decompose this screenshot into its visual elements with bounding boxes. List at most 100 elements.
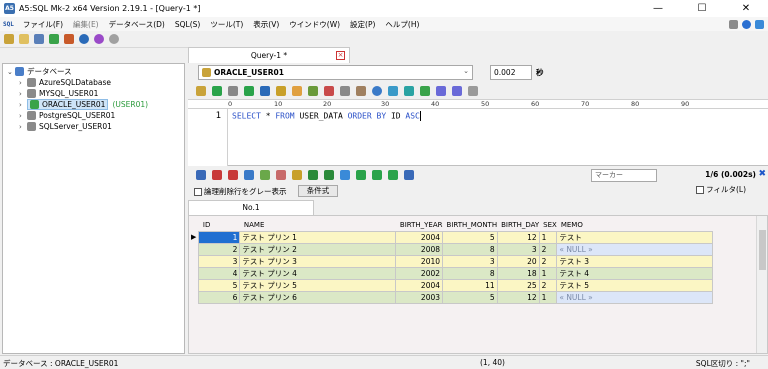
table-row[interactable]: ▶ 1 テスト プリン 1 2004 5 12 1 テスト	[189, 230, 714, 244]
run-all-icon[interactable]	[196, 85, 206, 96]
cell-birth-year[interactable]: 2002	[395, 266, 444, 280]
cell-birth-day[interactable]: 20	[496, 254, 540, 268]
expand-icon[interactable]: ›	[19, 79, 27, 87]
check-icon[interactable]	[109, 34, 119, 44]
cell-birth-month[interactable]: 11	[442, 278, 498, 292]
cell-name[interactable]: テスト プリン 2	[239, 242, 397, 256]
plugin-icon[interactable]	[94, 34, 104, 44]
tab-query-1[interactable]: Query-1 * ×	[188, 47, 350, 63]
commit-icon[interactable]	[260, 85, 270, 96]
cell-birth-year[interactable]: 2010	[395, 254, 444, 268]
comment-icon[interactable]	[420, 85, 430, 96]
database-icon[interactable]	[34, 34, 44, 44]
filter-run-icon[interactable]	[372, 170, 382, 180]
tab-result-1[interactable]: No.1	[188, 200, 314, 215]
table-icon[interactable]	[49, 34, 59, 44]
search-icon[interactable]	[372, 85, 382, 96]
cell-birth-month[interactable]: 3	[442, 254, 498, 268]
copy-icon[interactable]	[340, 85, 350, 96]
cancel-icon[interactable]	[276, 170, 286, 180]
cell-sex[interactable]: 1	[538, 266, 558, 280]
cell-memo[interactable]: テスト 4	[556, 266, 714, 280]
cell-name[interactable]: テスト プリン 3	[239, 254, 397, 268]
format-icon[interactable]	[404, 85, 414, 96]
cell-memo[interactable]: « NULL »	[556, 290, 714, 304]
export-icon[interactable]	[324, 170, 334, 180]
cell-birth-year[interactable]: 2003	[395, 290, 444, 304]
cell-name[interactable]: テスト プリン 6	[239, 290, 397, 304]
tree-item-sqlserver[interactable]: › SQLServer_USER01	[19, 121, 112, 132]
timeout-field[interactable]: 0.002	[490, 65, 532, 80]
column-header[interactable]: MEMO	[556, 219, 713, 231]
expand-icon[interactable]: ›	[19, 90, 27, 98]
confirm-icon[interactable]	[260, 170, 270, 180]
column-header[interactable]: BIRTH_DAY	[497, 219, 540, 231]
column-header[interactable]: ID	[198, 219, 240, 231]
close-tab-icon[interactable]: ×	[336, 51, 345, 60]
cell-id[interactable]: 5	[198, 278, 241, 292]
indent-icon[interactable]	[436, 85, 446, 96]
close-result-icon[interactable]: ✖	[758, 169, 766, 179]
undo-icon[interactable]	[292, 85, 302, 96]
table-row[interactable]: 2 テスト プリン 2 2008 8 3 2 « NULL »	[189, 242, 714, 256]
cell-id[interactable]: 1	[198, 230, 241, 244]
cell-birth-month[interactable]: 8	[442, 266, 498, 280]
cell-name[interactable]: テスト プリン 1	[239, 230, 397, 244]
tree-item-mysql[interactable]: › MYSQL_USER01	[19, 88, 98, 99]
cell-sex[interactable]: 2	[538, 278, 558, 292]
cell-birth-day[interactable]: 25	[496, 278, 540, 292]
filter-checkbox[interactable]	[696, 186, 705, 194]
collapse-icon[interactable]: ⌄	[7, 68, 15, 76]
tree-item-oracle[interactable]: › ORACLE_USER01 (USER01)	[19, 99, 148, 110]
cell-birth-year[interactable]: 2004	[395, 230, 444, 244]
cell-birth-day[interactable]: 12	[496, 230, 540, 244]
table-row[interactable]: 5 テスト プリン 5 2004 11 25 2 テスト 5	[189, 278, 714, 292]
new-query-icon[interactable]	[19, 34, 29, 44]
cell-name[interactable]: テスト プリン 5	[239, 278, 397, 292]
run-icon[interactable]	[212, 85, 222, 96]
column-header[interactable]: BIRTH_YEAR	[395, 219, 443, 231]
connection-select[interactable]: ORACLE_USER01 ⌄	[198, 65, 473, 80]
sql-text[interactable]: SELECT * FROM USER_DATA ORDER BY ID ASC	[232, 111, 421, 121]
chevron-down-icon[interactable]: ⌄	[463, 67, 469, 75]
cell-memo[interactable]: « NULL »	[556, 242, 714, 256]
tree-item-azure[interactable]: › AzureSQLDatabase	[19, 77, 111, 88]
menu-view[interactable]: 表示(V)	[248, 19, 284, 30]
menu-settings[interactable]: 設定(P)	[345, 19, 380, 30]
replace-icon[interactable]	[388, 85, 398, 96]
cut-icon[interactable]	[324, 85, 334, 96]
cell-birth-year[interactable]: 2004	[395, 278, 444, 292]
refresh-icon[interactable]	[340, 170, 350, 180]
cell-birth-month[interactable]: 8	[442, 242, 498, 256]
marker-input[interactable]: マーカー	[591, 169, 657, 182]
cell-birth-month[interactable]: 5	[442, 230, 498, 244]
sort-icon[interactable]	[356, 170, 366, 180]
column-header[interactable]: SEX	[539, 219, 557, 231]
cell-name[interactable]: テスト プリン 4	[239, 266, 397, 280]
er-diagram-icon[interactable]	[64, 34, 74, 44]
marker-icon[interactable]	[404, 170, 414, 180]
cell-id[interactable]: 3	[198, 254, 241, 268]
step-icon[interactable]	[244, 85, 254, 96]
expand-icon[interactable]: ›	[19, 123, 27, 131]
cell-sex[interactable]: 2	[538, 254, 558, 268]
cell-birth-day[interactable]: 18	[496, 266, 540, 280]
gray-deleted-option[interactable]: 論理削除行をグレー表示	[194, 186, 287, 197]
cell-id[interactable]: 4	[198, 266, 241, 280]
tree-item-selected[interactable]: ORACLE_USER01	[27, 99, 109, 110]
minimize-button[interactable]: —	[636, 0, 680, 17]
menu-database[interactable]: データベース(D)	[104, 19, 170, 30]
cell-memo[interactable]: テスト	[556, 230, 714, 244]
cell-sex[interactable]: 2	[538, 242, 558, 256]
menu-tools[interactable]: ツール(T)	[205, 19, 248, 30]
stop-icon[interactable]	[228, 85, 238, 96]
cell-id[interactable]: 2	[198, 242, 241, 256]
cell-birth-day[interactable]: 12	[496, 290, 540, 304]
wrap-icon[interactable]	[468, 85, 478, 96]
next-icon[interactable]	[388, 170, 398, 180]
copy-rows-icon[interactable]	[292, 170, 302, 180]
window-icon[interactable]	[755, 19, 764, 29]
maximize-button[interactable]: ☐	[680, 0, 724, 17]
delete-row-icon[interactable]	[228, 170, 238, 180]
cell-memo[interactable]: テスト 3	[556, 254, 714, 268]
